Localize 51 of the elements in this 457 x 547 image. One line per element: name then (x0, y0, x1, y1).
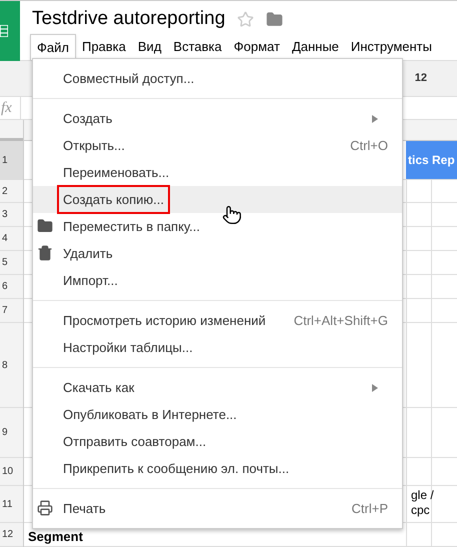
menu-item[interactable]: Настройки таблицы... (33, 334, 402, 361)
row-number[interactable]: 4 (0, 227, 23, 251)
folder-icon (37, 218, 53, 234)
table-cell-text: Segment (28, 528, 83, 546)
menu-item[interactable]: Создать копию... (33, 186, 402, 213)
menu-item[interactable]: Отправить соавторам... (33, 428, 402, 455)
row-number[interactable]: 7 (0, 299, 23, 323)
header-cell: tics Rep (406, 141, 457, 179)
menu-item[interactable]: Прикрепить к сообщению эл. почты... (33, 455, 402, 482)
menu-bar-item[interactable]: Вставка (167, 34, 228, 60)
app-logo[interactable] (0, 1, 20, 61)
menu-bar-item[interactable]: Данные (286, 34, 345, 60)
menu-bar-item[interactable]: Формат (228, 34, 286, 60)
menu-item[interactable]: Просмотреть историю изменений Ctrl+Alt+Shift+G (33, 307, 402, 334)
trash-icon (37, 245, 53, 261)
menu-item[interactable]: Переименовать... (33, 159, 402, 186)
row-number[interactable]: 12 (0, 523, 23, 547)
row-number[interactable]: 8 (0, 323, 23, 408)
menu-item[interactable]: Удалить (33, 240, 402, 267)
menu-item[interactable]: Совместный доступ... (33, 65, 402, 92)
star-icon[interactable] (237, 11, 254, 28)
font-size-value[interactable]: 12 (414, 70, 427, 87)
row-number[interactable]: 1 (0, 141, 23, 180)
shortcut-text: Ctrl+P (352, 500, 388, 518)
menu-item[interactable]: Открыть... Ctrl+O (33, 132, 402, 159)
row-number[interactable]: 5 (0, 251, 23, 275)
menu-item[interactable]: Создать (33, 105, 402, 132)
document-title: Testdrive autoreporting (32, 7, 226, 32)
printer-icon (37, 500, 53, 516)
menu-item[interactable]: Импорт... (33, 267, 402, 294)
row-number[interactable]: 11 (0, 486, 23, 523)
hand-cursor-icon (222, 205, 242, 225)
menu-bar-item[interactable]: Инструменты (344, 34, 438, 60)
row-number[interactable]: 10 (0, 458, 23, 486)
row-number[interactable]: 3 (0, 203, 23, 227)
row-number[interactable]: 2 (0, 180, 23, 203)
formula-label: fx (0, 96, 21, 120)
sheet-icon (0, 25, 8, 37)
row-number[interactable]: 6 (0, 275, 23, 299)
shortcut-text: Ctrl+O (350, 136, 388, 155)
folder-icon[interactable] (266, 11, 284, 28)
table-cell: gle / cpc (411, 488, 434, 518)
menu-bar-item[interactable]: Файл (30, 34, 76, 60)
menu-item[interactable]: Опубликовать в Интернете... (33, 401, 402, 428)
menu-item[interactable]: Скачать как (33, 374, 402, 401)
menu-bar-item[interactable]: Правка (76, 34, 132, 60)
menu-item[interactable]: Переместить в папку... (33, 213, 402, 240)
menu-bar-item[interactable]: Вид (132, 34, 168, 60)
row-number[interactable]: 9 (0, 408, 23, 458)
menu-item[interactable]: Печать Ctrl+P (33, 495, 402, 522)
shortcut-text: Ctrl+Alt+Shift+G (294, 312, 388, 330)
